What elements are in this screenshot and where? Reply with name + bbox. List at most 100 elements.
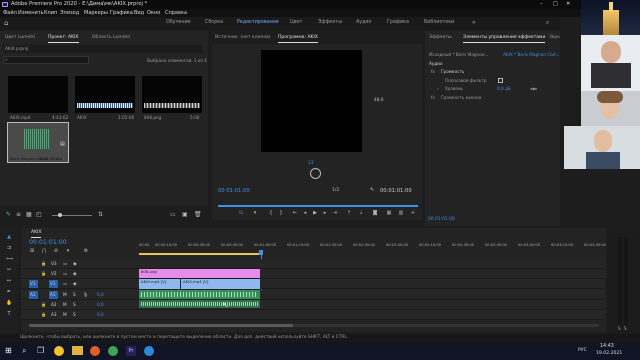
firefox-icon[interactable]	[90, 346, 100, 356]
workspace-assembly[interactable]: Сборка	[205, 20, 223, 25]
fx-icon[interactable]: fx	[431, 95, 435, 100]
side-value[interactable]: 48,6	[374, 98, 384, 103]
workspace-libraries[interactable]: Библиотеки	[424, 20, 454, 25]
insert-icon[interactable]: ⇆	[238, 210, 244, 216]
mic-icon[interactable]: 🎙	[83, 292, 88, 298]
menu-edit[interactable]: Изменить	[18, 9, 44, 17]
track-volume-value[interactable]: 0,0	[97, 292, 104, 297]
camera-icon[interactable]: ◙	[372, 210, 378, 216]
source-patch-audio[interactable]: A1	[29, 291, 38, 299]
timeline-timecode[interactable]: 00:01:01:00	[29, 239, 67, 246]
clip-graphic-808[interactable]: 808.png	[139, 269, 260, 278]
thumbnail-akix-mp4[interactable]	[8, 76, 68, 113]
program-timecode-left[interactable]: 00:01:01:00	[218, 188, 250, 194]
tab-effect-controls[interactable]: Элементы управления эффектами	[463, 34, 546, 43]
extract-icon[interactable]: ⇣	[358, 210, 364, 216]
menu-help[interactable]: Справка	[165, 9, 187, 17]
task-view-icon[interactable]: ❐	[37, 346, 44, 355]
track-label-v3[interactable]: V3	[51, 261, 57, 266]
solo-s-button[interactable]: S	[73, 302, 76, 307]
minimize-icon[interactable]: –	[540, 0, 543, 9]
mute-m-button[interactable]: M	[63, 302, 67, 307]
chrome-icon[interactable]	[108, 346, 118, 356]
tab-source[interactable]: Источник: (нет клипов)	[215, 34, 271, 42]
compare-icon[interactable]: ▥	[398, 210, 404, 216]
clip-video-akix-2[interactable]: AKIX.mp4 [V]	[181, 279, 260, 289]
explorer-icon[interactable]	[72, 346, 83, 355]
go-to-in-icon[interactable]: ⇤	[292, 210, 298, 216]
clip-audio-akix[interactable]	[139, 290, 260, 299]
thumbnail-boris-noise[interactable]: ▤ Boris Magnon Noise 1:21:38484	[7, 122, 69, 163]
source-patch-video[interactable]: V1	[29, 280, 38, 288]
freeform-view-icon[interactable]: ◰	[36, 211, 42, 218]
track-target-a1[interactable]: A1	[49, 291, 58, 299]
pen-tool-icon[interactable]: ✒	[6, 289, 12, 295]
settings-icon[interactable]: ⚙	[83, 248, 89, 254]
sync-lock-icon[interactable]: ▭	[63, 261, 67, 266]
lock-icon[interactable]: 🔒	[41, 261, 46, 267]
project-search-input[interactable]: ⌕	[3, 56, 89, 64]
sync-lock-icon[interactable]: ▭	[63, 271, 67, 276]
keyframe-nav-icon[interactable]: ◂◆▸	[530, 86, 537, 91]
mark-out-icon[interactable]: }	[278, 210, 284, 216]
track-label-v2[interactable]: V2	[51, 271, 57, 276]
bypass-checkbox[interactable]	[498, 78, 503, 83]
sync-lock-icon[interactable]: ▭	[63, 281, 67, 286]
track-volume-value[interactable]: 0,0	[97, 312, 104, 317]
thumbnail-akix-sequence[interactable]	[75, 76, 135, 113]
clip-video-akix-1[interactable]: AKIX.mp4 [V]	[139, 279, 180, 289]
solo-s-button[interactable]: S	[618, 326, 621, 331]
close-icon[interactable]: ✕	[566, 0, 570, 9]
tab-audio[interactable]: Звук	[549, 34, 560, 42]
new-bin-icon[interactable]: ▭	[170, 211, 176, 218]
workspace-audio[interactable]: Аудио	[356, 20, 372, 25]
timeline-scrollbar[interactable]	[29, 324, 599, 327]
workspace-effects[interactable]: Эффекты	[318, 20, 342, 25]
selection-tool-icon[interactable]: ▲	[6, 234, 12, 240]
nest-icon[interactable]: ⊞	[29, 248, 35, 254]
menu-markers[interactable]: Маркеры	[84, 9, 108, 17]
thumbnail-808-png[interactable]	[142, 76, 202, 113]
solo-s-button[interactable]: S	[624, 326, 627, 331]
language-indicator[interactable]: РУС	[578, 348, 587, 353]
menu-file[interactable]: Файл	[3, 9, 17, 17]
premiere-taskbar-icon[interactable]: Pr	[126, 346, 136, 356]
sequence-label[interactable]: AKIX * Boris Magnon Cad...	[503, 52, 559, 57]
tab-effects[interactable]: Эффекты	[429, 34, 452, 42]
lock-icon[interactable]: 🔒	[41, 302, 46, 308]
clip-audio-boris[interactable]	[139, 300, 260, 308]
track-target-v1[interactable]: V1	[49, 280, 58, 288]
work-area-bar[interactable]	[139, 253, 260, 255]
fx-icon[interactable]: fx	[431, 69, 435, 74]
list-view-icon[interactable]: ≡	[16, 211, 21, 218]
icon-view-icon[interactable]: ▦	[26, 211, 32, 218]
lift-icon[interactable]: ⇡	[346, 210, 352, 216]
razor-tool-icon[interactable]: ✂	[6, 267, 12, 273]
wrench-icon[interactable]: ✎	[370, 187, 374, 193]
new-item-icon[interactable]: ▣	[182, 211, 188, 218]
step-back-icon[interactable]: ◂	[302, 210, 308, 216]
tab-sequence[interactable]: AKIX	[31, 229, 42, 238]
workspace-color[interactable]: Цвет	[290, 20, 302, 25]
timeline-scrollbar-thumb[interactable]	[29, 324, 293, 327]
track-label-a2[interactable]: A2	[51, 302, 57, 307]
more-workspaces-icon[interactable]: »	[472, 19, 476, 26]
solo-s-button[interactable]: S	[73, 312, 76, 317]
hand-tool-icon[interactable]: ✋	[6, 300, 12, 306]
skype-icon[interactable]	[144, 346, 154, 356]
lock-icon[interactable]: 🔒	[41, 312, 46, 318]
tab-lumetri-scopes[interactable]: Область Lumetri	[92, 34, 130, 42]
sort-icon[interactable]: ⇅	[98, 211, 103, 218]
add-button-icon[interactable]: +	[410, 210, 416, 216]
marker-icon[interactable]: ▾	[252, 210, 258, 216]
ripple-edit-tool-icon[interactable]: ⟺	[6, 256, 13, 262]
tab-program[interactable]: Программа: AKIX	[278, 34, 318, 43]
zoom-fraction[interactable]: 1/2	[332, 188, 339, 193]
track-label-a3[interactable]: A3	[51, 312, 57, 317]
clip-label[interactable]: Исходный * Boris Magnon...	[429, 52, 488, 57]
zoom-slider-handle[interactable]	[58, 213, 62, 217]
windows-start-icon[interactable]: ⊞	[5, 346, 12, 355]
yandex-browser-icon[interactable]	[54, 346, 64, 356]
level-value[interactable]: 0,0 дБ	[497, 86, 511, 91]
expand-icon[interactable]: ›	[437, 86, 439, 91]
